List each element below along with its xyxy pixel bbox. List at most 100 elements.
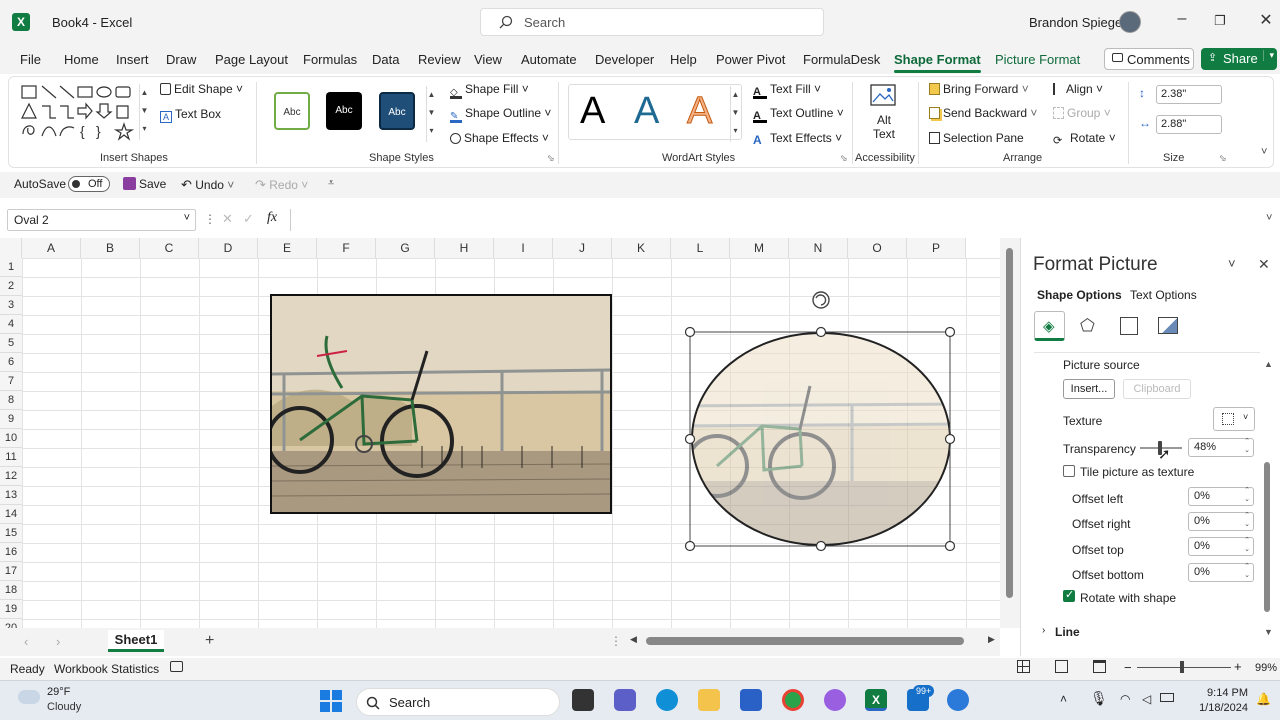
send-backward-button[interactable]: Send Backward ˅ — [929, 106, 1037, 120]
insert-picture-button[interactable]: Insert... — [1063, 379, 1115, 399]
row-header[interactable]: 7 — [0, 372, 22, 391]
volume-icon[interactable]: ◁ — [1142, 692, 1151, 706]
bring-forward-button[interactable]: Bring Forward ˅ — [929, 82, 1029, 96]
chevron-down-icon[interactable]: ▾ — [1263, 50, 1274, 61]
wordart-style-3[interactable]: A — [686, 90, 712, 133]
formula-input[interactable] — [290, 209, 1266, 231]
scroll-left-icon[interactable]: ◀ — [630, 634, 637, 645]
tab-formulas[interactable]: Formulas — [303, 52, 357, 67]
styles-scroll[interactable]: ▲ ▼ ▾ — [426, 86, 436, 142]
maximize-icon[interactable]: ❐ — [1210, 13, 1230, 29]
windows-start-icon[interactable] — [320, 690, 342, 712]
offset-right-input[interactable]: 0% — [1188, 511, 1254, 531]
col-header[interactable]: C — [140, 238, 199, 258]
row-header[interactable]: 14 — [0, 505, 22, 524]
tray-chevron-icon[interactable]: ˄ — [1060, 692, 1067, 706]
tab-insert[interactable]: Insert — [116, 52, 149, 67]
col-header[interactable]: N — [789, 238, 848, 258]
rotate-handle-icon[interactable] — [812, 291, 830, 309]
autosave-toggle[interactable]: Off — [68, 176, 110, 192]
col-header[interactable]: D — [199, 238, 258, 258]
tab-review[interactable]: Review — [418, 52, 461, 67]
zoom-level[interactable]: 99% — [1255, 662, 1277, 674]
zoom-slider[interactable] — [1137, 667, 1231, 668]
row-header[interactable]: 5 — [0, 334, 22, 353]
texture-picker[interactable]: ˅ — [1213, 407, 1255, 431]
col-header[interactable]: H — [435, 238, 494, 258]
split-handle-icon[interactable]: ⋮ — [610, 634, 622, 648]
tab-draw[interactable]: Draw — [166, 52, 196, 67]
tab-file[interactable]: File — [20, 52, 41, 67]
col-header[interactable]: G — [376, 238, 435, 258]
row-header[interactable]: 19 — [0, 600, 22, 619]
transparency-input[interactable]: 48% — [1188, 437, 1254, 457]
sheet-tab[interactable]: Sheet1 — [108, 630, 164, 652]
shape-style-3[interactable]: Abc — [379, 92, 415, 130]
row-header[interactable]: 9 — [0, 410, 22, 429]
shapes-gallery-icon[interactable]: {} — [20, 84, 138, 142]
collapse-ribbon-icon[interactable]: ˅ — [1261, 146, 1267, 158]
align-button[interactable]: Align ˅ — [1053, 82, 1103, 96]
row-header[interactable]: 12 — [0, 467, 22, 486]
text-fill-button[interactable]: A Text Fill ˅ — [753, 82, 821, 99]
zoom-thumb[interactable] — [1180, 661, 1184, 673]
height-input[interactable]: 2.38" — [1156, 85, 1222, 104]
teams-icon[interactable] — [614, 689, 636, 711]
row-header[interactable]: 3 — [0, 296, 22, 315]
zoom-out-icon[interactable]: − — [1124, 660, 1132, 675]
pane-scroll-down-icon[interactable]: ▼ — [1264, 627, 1273, 637]
microphone-icon[interactable]: 🎙 — [1090, 690, 1108, 707]
enter-icon[interactable]: ✓ — [243, 211, 254, 227]
row-header[interactable]: 10 — [0, 429, 22, 448]
shape-effects-button[interactable]: Shape Effects ˅ — [450, 131, 549, 145]
edge-icon[interactable] — [656, 689, 678, 711]
dialog-launcher-icon[interactable]: ⬂ — [1219, 153, 1227, 164]
alt-text-button[interactable]: Alt Text — [866, 82, 902, 144]
taskbar-search[interactable]: Search — [356, 688, 560, 716]
clipboard-button[interactable]: Clipboard — [1123, 379, 1191, 399]
tab-automate[interactable]: Automate — [521, 52, 577, 67]
more-icon[interactable]: ⋮ — [204, 212, 216, 226]
edit-shape-button[interactable]: Edit Shape ˅ — [160, 82, 243, 96]
bicycle-picture[interactable] — [270, 294, 612, 514]
row-header[interactable]: 20 — [0, 619, 22, 628]
save-button[interactable]: Save — [123, 177, 166, 191]
col-header[interactable]: A — [22, 238, 81, 258]
next-sheet-icon[interactable]: › — [56, 634, 60, 649]
scroll-thumb[interactable] — [1006, 248, 1013, 598]
page-layout-view-icon[interactable] — [1055, 660, 1068, 673]
comments-button[interactable]: Comments — [1104, 48, 1194, 70]
effects-pentagon-icon[interactable]: ⬠ — [1080, 316, 1095, 336]
row-header[interactable]: 13 — [0, 486, 22, 505]
shape-style-2[interactable]: Abc — [326, 92, 362, 130]
picture-icon[interactable] — [1158, 317, 1178, 334]
tab-shape-format[interactable]: Shape Format — [894, 52, 981, 73]
add-sheet-icon[interactable]: + — [205, 632, 214, 650]
clock-time[interactable]: 9:14 PM — [1200, 687, 1248, 699]
select-all-corner[interactable] — [0, 238, 22, 258]
insert-function-button[interactable]: fx — [267, 210, 277, 226]
wordart-scroll[interactable]: ▲ ▼ ▾ — [730, 86, 740, 142]
row-header[interactable]: 17 — [0, 562, 22, 581]
row-header[interactable]: 6 — [0, 353, 22, 372]
row-header[interactable]: 4 — [0, 315, 22, 334]
normal-view-icon[interactable] — [1017, 660, 1030, 673]
col-header[interactable]: O — [848, 238, 907, 258]
close-icon[interactable]: ✕ — [1256, 10, 1276, 30]
chrome-icon[interactable] — [782, 689, 804, 711]
row-header[interactable]: 8 — [0, 391, 22, 410]
pane-close-icon[interactable]: ✕ — [1258, 256, 1270, 273]
weather-desc[interactable]: Cloudy — [47, 701, 81, 713]
wordart-style-1[interactable]: A — [580, 90, 605, 133]
chevron-down-icon[interactable]: ˅ — [184, 212, 190, 224]
excel-taskbar-icon[interactable]: X — [865, 689, 887, 711]
notification-bell-icon[interactable]: 🔔 — [1256, 692, 1271, 706]
workbook-statistics[interactable]: Workbook Statistics — [54, 662, 159, 676]
shape-fill-button[interactable]: ◇ Shape Fill ˅ — [450, 82, 529, 99]
oval-picture[interactable] — [682, 286, 960, 554]
tile-picture-checkbox[interactable] — [1063, 465, 1075, 477]
battery-icon[interactable] — [1160, 693, 1174, 702]
tab-text-options[interactable]: Text Options — [1130, 288, 1197, 302]
col-header[interactable]: I — [494, 238, 553, 258]
cancel-icon[interactable]: ✕ — [222, 211, 233, 227]
